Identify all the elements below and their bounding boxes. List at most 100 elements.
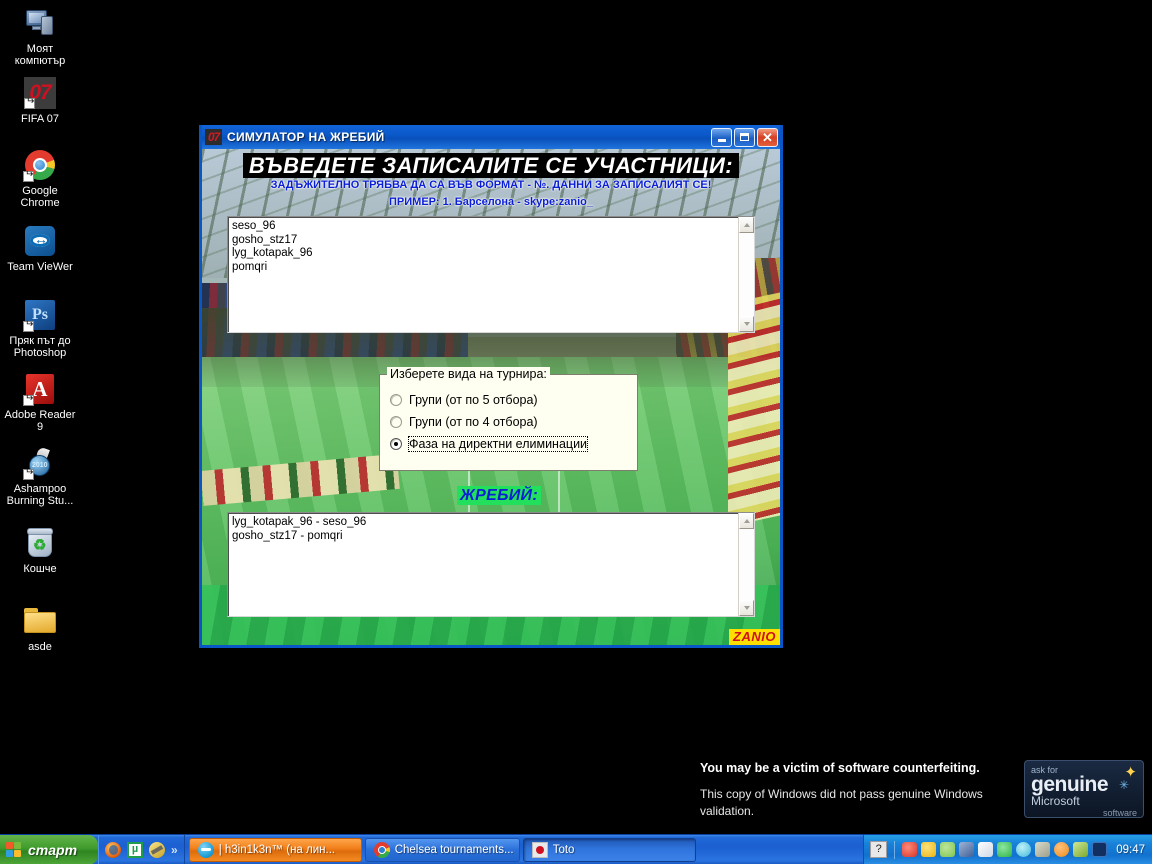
toto-icon	[531, 841, 548, 858]
taskbar-buttons: | h3in1k3n™ (на лин... Chelsea tournamen…	[185, 835, 864, 864]
badge-line-3: Microsoft	[1031, 794, 1080, 808]
minimize-button[interactable]	[711, 127, 732, 147]
draw-result-scrollbar[interactable]	[738, 513, 754, 616]
desktop-icon-photoshop[interactable]: Ps Пряк път до Photoshop	[4, 298, 76, 359]
header-line-2: ЗАДЪЖИТЕЛНО ТРЯБВА ДА СА ВЪВ ФОРМАТ - №.…	[270, 179, 712, 191]
desktop-icon-label: Моят компютър	[14, 43, 66, 67]
quick-launch-bar: µ »	[98, 835, 185, 864]
draw-simulator-window: 07 СИМУЛАТОР НА ЖРЕБИЙ ✕ ВЪВЕДЕТЕ ЗАПИСА…	[199, 125, 783, 648]
power-tray-icon[interactable]	[997, 842, 1013, 857]
wireless-tray-icon[interactable]	[1092, 842, 1108, 857]
adobe-tray-icon[interactable]	[902, 842, 918, 857]
media-tray-icon[interactable]	[1016, 842, 1032, 857]
draw-pair-line: lyg_kotapak_96 - seso_96	[232, 516, 367, 528]
close-button[interactable]: ✕	[757, 127, 778, 147]
desktop-icon-asde-folder[interactable]: asde	[4, 604, 76, 653]
recycle-bin-icon: ♻	[23, 526, 57, 560]
draw-result-text[interactable]: lyg_kotapak_96 - seso_96 gosho_stz17 - p…	[228, 513, 738, 616]
tray-clock[interactable]: 09:47	[1116, 844, 1145, 856]
system-tray: ? 09:47	[863, 835, 1152, 864]
ashampoo-icon: 2010	[23, 446, 57, 480]
taskbar: старт µ » | h3in1k3n™ (на лин... Chelsea…	[0, 834, 1152, 864]
desktop-icon-adobe-reader[interactable]: A Adobe Reader 9	[4, 372, 76, 433]
participants-input-text[interactable]: seso_96 gosho_stz17 lyg_kotapak_96 pomqr…	[228, 217, 738, 332]
desktop-icon-google-chrome[interactable]: Google Chrome	[4, 148, 76, 209]
wga-body: This copy of Windows did not pass genuin…	[700, 787, 983, 818]
taskbar-button-toto[interactable]: Toto	[522, 837, 696, 862]
window-titlebar[interactable]: 07 СИМУЛАТОР НА ЖРЕБИЙ ✕	[202, 125, 780, 149]
shortcut-arrow-icon	[23, 469, 34, 480]
desktop-icon-ashampoo[interactable]: 2010 Ashampoo Burning Stu...	[4, 446, 76, 507]
utorrent-glyph: µ	[131, 843, 139, 855]
star-tray-icon[interactable]	[978, 842, 994, 857]
start-button[interactable]: старт	[0, 835, 98, 864]
taskbar-button-skype[interactable]: | h3in1k3n™ (на лин...	[188, 837, 362, 862]
participant-line: gosho_stz17	[232, 233, 298, 246]
close-icon: ✕	[762, 129, 773, 145]
maximize-icon	[740, 133, 749, 141]
wga-heading: You may be a victim of software counterf…	[700, 761, 980, 775]
shortcut-arrow-icon	[23, 321, 34, 332]
minimize-icon	[717, 138, 726, 142]
radio-groups-of-5[interactable]: Групи (от по 5 отбора)	[390, 389, 637, 411]
warning-tray-icon[interactable]	[921, 842, 937, 857]
radio-direct-elimination[interactable]: Фаза на директни елиминации	[390, 433, 637, 455]
help-glyph: ?	[875, 843, 882, 855]
desktop-icon-area: Моят компютър 07 FIFA 07 Google Chrome T…	[0, 0, 200, 834]
desktop-icon-label: Adobe Reader 9	[4, 409, 76, 433]
moon-tray-icon[interactable]	[1054, 842, 1070, 857]
scroll-track[interactable]	[739, 233, 754, 316]
desktop-icon-my-computer[interactable]: Моят компютър	[4, 6, 76, 67]
leaf-tray-icon[interactable]	[1073, 842, 1089, 857]
participant-line: lyg_kotapak_96	[232, 247, 313, 259]
shortcut-arrow-icon	[23, 171, 34, 182]
windows-flag-icon	[6, 842, 23, 858]
desktop-icon-fifa-07[interactable]: 07 FIFA 07	[4, 76, 76, 125]
desktop-icon-recycle-bin[interactable]: ♻ Кошче	[4, 526, 76, 575]
radio-groups-of-4[interactable]: Групи (от по 4 отбора)	[390, 411, 637, 433]
utorrent-icon[interactable]: µ	[127, 841, 143, 858]
wga-notification: You may be a victim of software counterf…	[700, 760, 1144, 824]
scroll-track[interactable]	[739, 529, 754, 600]
participants-input[interactable]: seso_96 gosho_stz17 lyg_kotapak_96 pomqr…	[227, 216, 755, 333]
scroll-down-icon[interactable]	[739, 600, 754, 616]
draw-heading: ЖРЕБИЙ:	[457, 486, 541, 505]
start-button-label: старт	[28, 842, 78, 858]
badge-line-4: software	[1102, 808, 1137, 818]
shortcut-arrow-icon	[23, 395, 34, 406]
desktop-screen: Моят компютър 07 FIFA 07 Google Chrome T…	[0, 0, 1152, 864]
desktop-icon-label: Кошче	[23, 563, 57, 575]
tray-divider	[894, 840, 896, 859]
quicklaunch-misc-icon[interactable]	[149, 841, 165, 858]
teamviewer-icon	[23, 224, 57, 258]
window-app-icon-label: 07	[207, 130, 220, 144]
help-tray-icon[interactable]: ?	[870, 841, 888, 858]
tournament-type-legend: Изберете вида на турнира:	[387, 367, 550, 381]
firefox-icon[interactable]	[105, 841, 121, 858]
scroll-up-icon[interactable]	[739, 217, 754, 233]
participants-scrollbar[interactable]	[738, 217, 754, 332]
participant-line: pomqri	[232, 260, 268, 273]
taskbar-button-label: | h3in1k3n™ (на лин...	[218, 843, 336, 856]
chevron-more-icon[interactable]: »	[171, 844, 178, 856]
network-tray-icon[interactable]	[959, 842, 975, 857]
window-title: СИМУЛАТОР НА ЖРЕБИЙ	[227, 130, 385, 144]
shield-tray-icon[interactable]	[940, 842, 956, 857]
shortcut-arrow-icon	[24, 98, 35, 109]
genuine-microsoft-badge[interactable]: ✦ ✳ ask for genuine Microsoft software	[1024, 760, 1144, 818]
header-line-3: ПРИМЕР: 1. Барселона - skype:zanio_	[389, 196, 593, 208]
volume-tray-icon[interactable]	[1035, 842, 1051, 857]
desktop-icon-teamviewer[interactable]: Team VieWer	[4, 224, 76, 273]
desktop-icon-label: asde	[28, 641, 52, 653]
participant-line: seso_96	[232, 220, 276, 232]
chrome-icon	[373, 841, 390, 858]
desktop-icon-label: Ashampoo Burning Stu...	[6, 483, 74, 507]
my-computer-icon	[23, 6, 57, 40]
radio-label: Групи (от по 5 отбора)	[409, 393, 538, 407]
scroll-down-icon[interactable]	[739, 316, 754, 332]
maximize-button[interactable]	[734, 127, 755, 147]
scroll-up-icon[interactable]	[739, 513, 754, 529]
taskbar-button-chrome[interactable]: Chelsea tournaments...	[364, 837, 520, 862]
draw-result-output[interactable]: lyg_kotapak_96 - seso_96 gosho_stz17 - p…	[227, 512, 755, 617]
desktop-icon-label: Google Chrome	[20, 185, 60, 209]
